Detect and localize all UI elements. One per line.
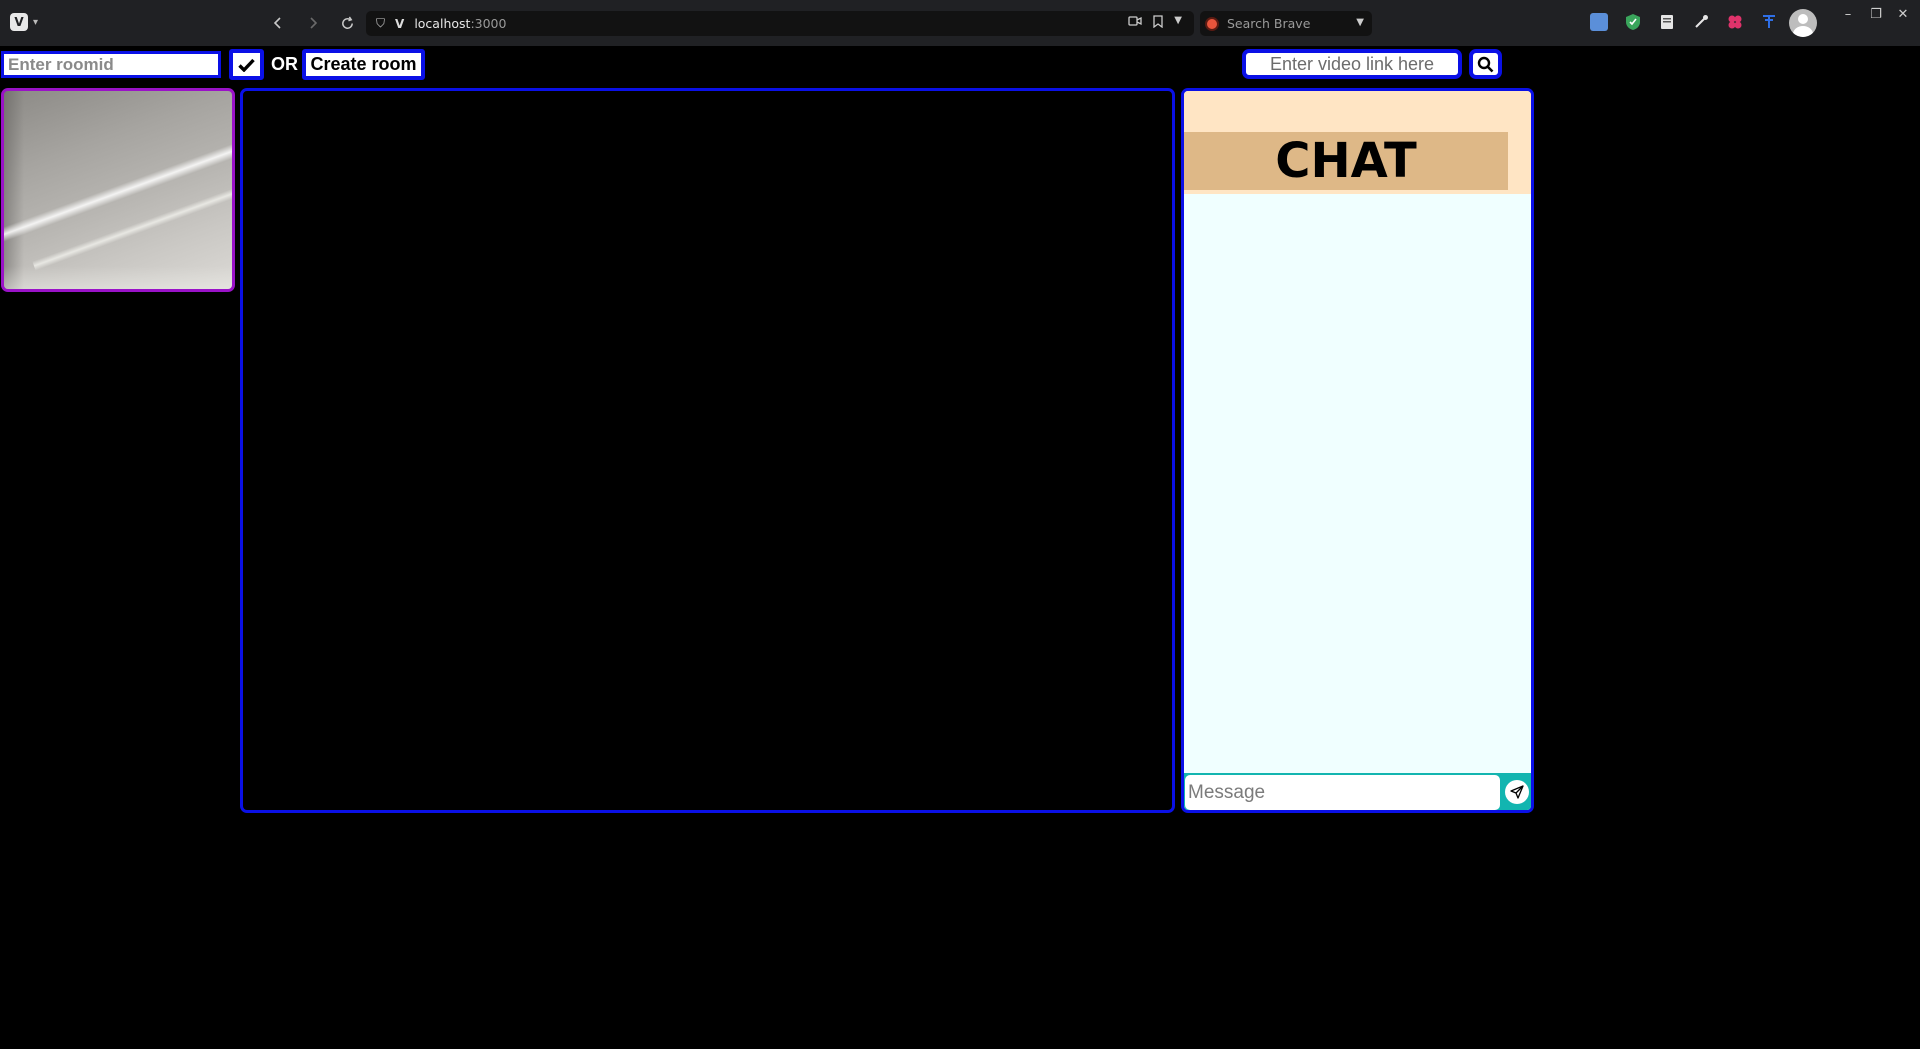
minimize-icon[interactable]: – xyxy=(1836,4,1860,24)
search-engine-bar[interactable]: Search Brave ▼ xyxy=(1200,11,1372,36)
document-extension-icon[interactable] xyxy=(1658,13,1676,31)
paper-plane-icon xyxy=(1510,785,1524,799)
chat-panel: CHAT xyxy=(1181,88,1534,813)
message-input[interactable] xyxy=(1185,775,1500,810)
restore-icon[interactable]: ❐ xyxy=(1864,4,1888,24)
reload-icon xyxy=(341,16,353,29)
close-icon[interactable]: ✕ xyxy=(1891,4,1915,24)
bookmark-icon[interactable] xyxy=(1153,15,1163,31)
arrow-right-icon xyxy=(310,17,318,29)
local-camera-video xyxy=(1,88,235,292)
chat-compose-bar xyxy=(1184,773,1531,810)
browser-toolbar: V ▾ ⛉ V localhost:3000 ▼ Search Brave ▼ xyxy=(0,0,1920,46)
chevron-down-icon: ▾ xyxy=(33,16,39,28)
shared-video-player[interactable] xyxy=(240,88,1175,813)
video-link-input[interactable] xyxy=(1242,49,1462,79)
chat-title: CHAT xyxy=(1184,132,1508,190)
roomid-input[interactable] xyxy=(1,51,221,78)
browser-logo-icon: V xyxy=(10,13,28,31)
shield-extension-icon[interactable] xyxy=(1624,13,1642,31)
search-icon xyxy=(1477,56,1494,72)
join-room-button[interactable] xyxy=(229,49,264,80)
brave-logo-icon xyxy=(1205,16,1219,31)
site-logo-icon: V xyxy=(395,16,405,31)
search-placeholder: Search Brave xyxy=(1227,16,1311,31)
translate-extension-icon[interactable] xyxy=(1760,13,1778,31)
puzzle-extension-icon[interactable] xyxy=(1726,13,1744,31)
shield-icon[interactable]: ⛉ xyxy=(376,16,385,31)
forward-button[interactable] xyxy=(301,11,325,35)
url-port: :3000 xyxy=(470,16,507,31)
video-search-button[interactable] xyxy=(1469,49,1502,79)
browser-menu-button[interactable]: V ▾ xyxy=(10,13,38,31)
reload-button[interactable] xyxy=(335,11,359,35)
image-extension-icon[interactable] xyxy=(1590,13,1608,31)
camera-icon[interactable] xyxy=(1128,15,1142,31)
chevron-down-icon[interactable]: ▼ xyxy=(1174,15,1182,31)
url-host: localhost xyxy=(414,16,471,31)
checkmark-icon xyxy=(238,58,255,72)
chat-message-list[interactable] xyxy=(1184,194,1531,774)
or-label: OR xyxy=(271,54,298,74)
back-button[interactable] xyxy=(266,11,290,35)
create-room-button[interactable]: Create room xyxy=(302,49,425,80)
arrow-left-icon xyxy=(273,17,281,29)
send-message-button[interactable] xyxy=(1505,780,1529,804)
chevron-down-icon[interactable]: ▼ xyxy=(1356,17,1364,28)
eyedropper-extension-icon[interactable] xyxy=(1692,13,1710,31)
chat-header: CHAT xyxy=(1184,91,1531,194)
address-bar[interactable]: ⛉ V localhost:3000 ▼ xyxy=(366,11,1194,36)
user-avatar-icon[interactable] xyxy=(1789,9,1817,37)
